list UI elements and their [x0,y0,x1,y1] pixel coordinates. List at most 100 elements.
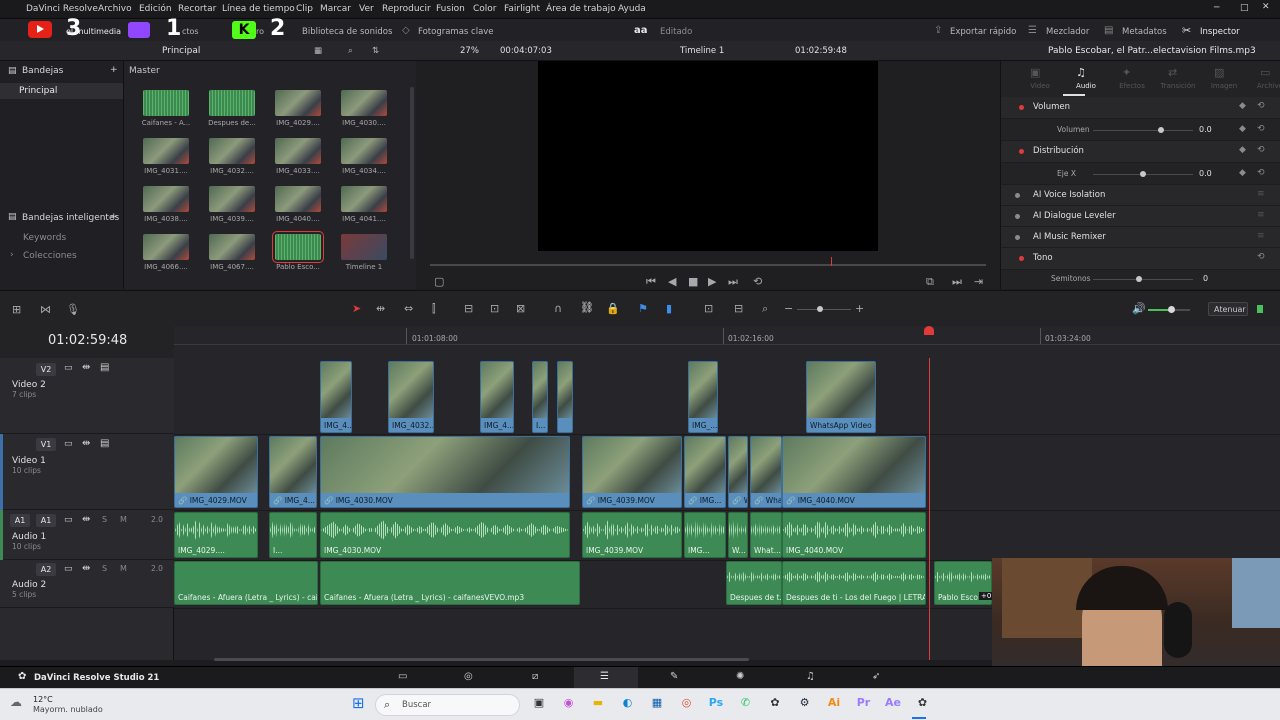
selection-tool-icon[interactable]: ➤ [352,302,361,315]
keyframe-icon[interactable]: ◆ [1239,168,1246,178]
menu-area-trabajo[interactable]: Área de trabajo [546,4,616,14]
pool-clip-thumbnail[interactable] [209,186,255,212]
search-icon[interactable]: ⌕ [348,46,353,56]
video-clip[interactable]: 🔗 W... [728,436,748,508]
insert-clip-icon[interactable]: ⊟ [464,302,473,315]
trim-tool-icon[interactable]: ⇹ [376,302,385,315]
skip-start-icon[interactable]: ⏮ [646,275,656,289]
audio-clip[interactable]: Caifanes - Afuera (Letra _ Lyrics) - cai… [320,561,580,605]
keyframe-icon[interactable]: ◆ [1239,124,1246,134]
timeline-timecode[interactable]: 01:02:59:48 [48,333,127,348]
zoom-full-icon[interactable]: ⊡ [704,302,713,315]
quick-export-button[interactable]: Exportar rápido [950,27,1016,37]
param-slider-handle[interactable] [1140,171,1146,177]
weather-icon[interactable]: ☁ [10,695,22,709]
zoom-out-icon[interactable]: − [784,302,793,315]
inspector-tab-video[interactable]: Video [1017,82,1063,90]
audio-clip[interactable]: IMG_4030.MOV [320,512,570,558]
illustrator-icon[interactable]: Ai [825,696,843,709]
atenuar-button[interactable]: Atenuar [1208,302,1248,316]
linked-selection-icon[interactable]: ⛓ [580,301,594,314]
pool-clip-thumbnail[interactable] [275,90,321,116]
param-slider-handle[interactable] [1158,127,1164,133]
mute-icon[interactable]: M [120,515,127,524]
menu-color[interactable]: Color [473,4,497,14]
next-edit-icon[interactable]: ⏭ [952,275,962,289]
pool-clip-thumbnail[interactable] [143,234,189,260]
track-output-icon[interactable]: ▤ [100,438,109,449]
inspector-tab-efectos[interactable]: Efectos [1109,82,1155,90]
pool-clip-thumbnail[interactable] [209,138,255,164]
track-header-a1[interactable]: A1 A1 ▭ ⇹ S M 2.0 Audio 1 10 clips [0,510,174,560]
video-clip[interactable] [557,361,573,433]
play-icon[interactable]: ▶ [708,275,716,288]
pool-clip-thumbnail[interactable] [143,186,189,212]
pool-scrollbar[interactable] [410,87,414,259]
last-frame-icon[interactable]: ⇥ [974,275,983,288]
bin-principal[interactable]: Principal [0,83,123,99]
store-icon[interactable]: ▦ [648,696,666,709]
inspector-section-header[interactable]: Tono ⟲ [1001,248,1280,270]
zoom-detail-icon[interactable]: ⊟ [734,302,743,315]
video-clip[interactable]: 🔗 IMG_4029.MOV [174,436,258,508]
audio-clip[interactable]: IMG_4029.... [174,512,258,558]
chrome-icon[interactable]: ◎ [678,696,696,709]
sort-icon[interactable]: ⇅ [372,46,379,56]
menu-ver[interactable]: Ver [359,4,374,14]
loop-icon[interactable]: ⟲ [753,275,762,288]
drag-handle-icon[interactable]: ≡ [1257,231,1265,241]
maximize-icon[interactable]: □ [1240,3,1249,13]
overwrite-clip-icon[interactable]: ⊡ [490,302,499,315]
enabled-dot[interactable] [1019,256,1024,261]
stop-icon[interactable]: ■ [688,275,698,288]
timeline-selector[interactable]: Timeline 1 [680,46,724,56]
flag-icon[interactable]: ⚑ [638,302,648,315]
audio-clip[interactable]: I... [269,512,317,558]
timeline-scrollbar[interactable] [214,658,749,661]
inspector-tab-archivo-icon[interactable]: ▭ [1260,66,1270,79]
menu-fairlight[interactable]: Fairlight [504,4,540,14]
inspector-tab-imagen-icon[interactable]: ▨ [1214,66,1224,79]
param-value[interactable]: 0 [1203,274,1208,283]
param-slider-handle[interactable] [1136,276,1142,282]
layout-icon[interactable]: ⊞ [12,303,21,316]
pool-clip-thumbnail[interactable] [272,231,324,263]
track-header-v1[interactable]: V1 ▭ ⇹ ▤ Video 1 10 clips [0,434,174,510]
aftereffects-icon[interactable]: Ae [884,696,902,709]
premiere-icon[interactable]: Pr [855,696,873,709]
auto-select-icon[interactable]: ⇹ [82,514,90,525]
inspector-tab-audio-icon[interactable]: ♫ [1076,66,1086,79]
pool-clip-thumbnail[interactable] [209,90,255,116]
video-clip[interactable]: 🔗 IMG_4030.MOV [320,436,570,508]
scrubber-playhead[interactable] [831,257,832,266]
pool-clip-thumbnail[interactable] [341,186,387,212]
scrubber-track[interactable] [430,264,986,266]
enabled-dot[interactable] [1015,193,1020,198]
video-clip[interactable]: IMG_4... [320,361,352,433]
chevron-right-icon[interactable]: › [10,250,14,260]
track-id-a1[interactable]: A1 [36,514,56,527]
mixer-button[interactable]: Mezclador [1046,27,1089,37]
menu-marcar[interactable]: Marcar [320,4,351,14]
menu-linea-tiempo[interactable]: Línea de tiempo [222,4,295,14]
audio-clip[interactable]: What... [750,512,782,558]
page-media-icon[interactable]: ▭ [398,671,407,682]
param-slider[interactable] [1093,279,1193,280]
menu-archivo[interactable]: Archivo [98,4,132,14]
inspector-tab-efectos-icon[interactable]: ✦ [1122,66,1131,79]
photoshop-icon[interactable]: Ps [707,696,725,709]
audio-clip[interactable]: IMG... [684,512,726,558]
drag-handle-icon[interactable]: ≡ [1257,210,1265,220]
lock-track-icon[interactable]: ▭ [64,363,73,373]
video-clip[interactable]: 🔗 IMG... [684,436,726,508]
zoom-slider-handle[interactable] [817,306,823,312]
audio-clip[interactable]: IMG_4039.MOV [582,512,682,558]
mute-icon[interactable]: M [120,564,127,573]
enabled-dot[interactable] [1015,214,1020,219]
reset-icon[interactable]: ⟲ [1257,145,1265,155]
menu-reproducir[interactable]: Reproducir [382,4,431,14]
track-header-v2[interactable]: V2 ▭ ⇹ ▤ Video 2 7 clips [0,358,174,434]
minimize-icon[interactable]: ─ [1214,3,1219,13]
pool-clip-thumbnail[interactable] [341,138,387,164]
track-header-a2[interactable]: A2 ▭ ⇹ S M 2.0 Audio 2 5 clips [0,560,174,608]
